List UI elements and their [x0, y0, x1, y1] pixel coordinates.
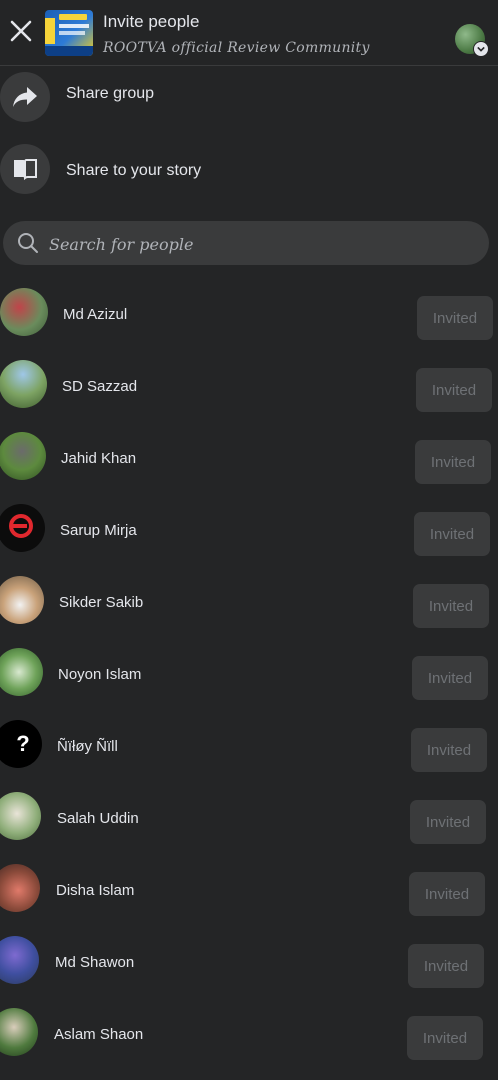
person-name: Sarup Mirja — [60, 522, 137, 539]
list-item[interactable]: Disha Islam Invited — [0, 860, 498, 920]
profile-avatar[interactable] — [455, 24, 489, 57]
invited-button[interactable]: Invited — [414, 512, 490, 556]
avatar — [0, 792, 41, 840]
person-name: Sikder Sakib — [59, 594, 144, 611]
share-arrow-icon — [0, 72, 50, 122]
share-group-label: Share group — [66, 85, 155, 102]
list-item[interactable]: Md Shawon Invited — [0, 932, 498, 992]
list-item[interactable]: Aslam Shaon Invited — [0, 1004, 498, 1064]
avatar — [0, 288, 48, 336]
invited-button[interactable]: Invited — [413, 584, 489, 628]
close-icon — [10, 20, 32, 42]
search-bar[interactable] — [3, 221, 489, 265]
chevron-down-icon — [473, 41, 489, 57]
avatar — [0, 936, 39, 984]
person-name: Aslam Shaon — [54, 1026, 144, 1043]
group-cover-thumbnail — [45, 10, 93, 56]
avatar: ? — [0, 720, 42, 768]
close-button[interactable] — [6, 14, 36, 48]
invited-button[interactable]: Invited — [409, 872, 485, 916]
list-item[interactable]: Sikder Sakib Invited — [0, 572, 498, 632]
question-mark-icon: ? — [16, 731, 30, 756]
list-item[interactable]: Salah Uddin Invited — [0, 788, 498, 848]
person-name: Ñïłøy Ñïll — [57, 738, 118, 755]
person-name: SD Sazzad — [62, 378, 138, 395]
invited-button[interactable]: Invited — [410, 800, 486, 844]
invited-button[interactable]: Invited — [415, 440, 491, 484]
person-name: Disha Islam — [56, 882, 135, 899]
list-item[interactable]: Sarup Mirja Invited — [0, 500, 498, 560]
avatar — [0, 360, 47, 408]
header-bar: Invite people ROOTVA official Review Com… — [0, 0, 498, 66]
person-name: Md Azizul — [63, 306, 128, 323]
invited-button[interactable]: Invited — [408, 944, 484, 988]
person-name: Md Shawon — [55, 954, 135, 971]
avatar — [0, 432, 46, 480]
share-to-story-button[interactable]: Share to your story — [0, 140, 498, 196]
invited-button[interactable]: Invited — [411, 728, 487, 772]
avatar — [0, 576, 44, 624]
page-title: Invite people — [103, 12, 200, 31]
avatar — [0, 504, 45, 552]
person-name: Salah Uddin — [57, 810, 139, 827]
book-icon — [0, 144, 50, 194]
person-name: Noyon Islam — [58, 666, 142, 683]
share-to-story-label: Share to your story — [66, 162, 202, 179]
person-name: Jahid Khan — [61, 450, 137, 467]
list-item[interactable]: Md Azizul Invited — [0, 284, 498, 344]
invited-button[interactable]: Invited — [412, 656, 488, 700]
avatar — [0, 1008, 38, 1056]
list-item[interactable]: Noyon Islam Invited — [0, 644, 498, 704]
list-item[interactable]: ? Ñïłøy Ñïll Invited — [0, 716, 498, 776]
search-input[interactable] — [47, 227, 471, 261]
list-item[interactable]: Jahid Khan Invited — [0, 428, 498, 488]
share-group-button[interactable]: Share group — [0, 68, 498, 124]
list-item[interactable]: SD Sazzad Invited — [0, 356, 498, 416]
invited-button[interactable]: Invited — [407, 1016, 483, 1060]
invited-button[interactable]: Invited — [417, 296, 493, 340]
avatar — [0, 648, 43, 696]
avatar — [0, 864, 40, 912]
group-name: ROOTVA official Review Community — [103, 40, 370, 56]
search-icon — [17, 232, 39, 254]
invited-button[interactable]: Invited — [416, 368, 492, 412]
